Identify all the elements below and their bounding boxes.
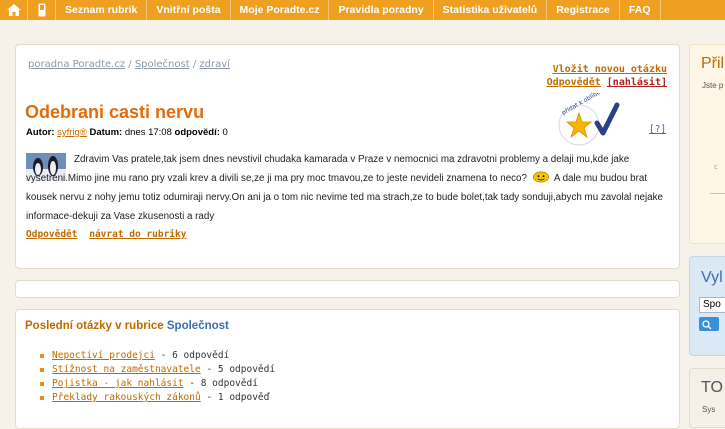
recent-questions-title: Poslední otázky v rubrice Společnost [25, 320, 229, 332]
recent-questions-list: Nepoctiví prodejci - 6 odpovědí Stížnost… [40, 349, 275, 405]
phone-icon[interactable] [28, 0, 56, 20]
recent-question-link[interactable]: Stížnost na zaměstnavatele [52, 364, 201, 375]
divider [710, 193, 725, 194]
question-body: Zdravim Vas pratele,tak jsem dnes nevsti… [26, 154, 663, 222]
sidebar-login-title: Přil [701, 55, 725, 72]
nav-statistika-uzivatelu[interactable]: Statistika uživatelů [434, 0, 548, 20]
sidebar-login-mark: c [714, 163, 718, 171]
badge-text-top: přidat k oblíbeným [561, 93, 614, 117]
help-link[interactable]: [?] [649, 124, 666, 135]
question-title: Odebrani casti nervu [25, 102, 205, 122]
list-item: Nepoctiví prodejci - 6 odpovědí [40, 349, 275, 363]
favorite-badge-icon[interactable]: přidat k oblíbeným [557, 93, 621, 149]
empty-panel [15, 280, 680, 298]
recent-category: Společnost [166, 320, 229, 332]
sidebar-login-panel: Přil Jste p c [689, 44, 725, 244]
recent-question-link[interactable]: Pojistka - jak nahlásit [52, 378, 184, 389]
report-link[interactable]: [nahlásit] [607, 77, 667, 88]
search-icon [702, 320, 712, 330]
recent-question-link[interactable]: Překlady rakouských zákonů [52, 392, 201, 403]
list-item: Stížnost na zaměstnavatele - 5 odpovědí [40, 363, 275, 377]
sidebar-top-title: TO [701, 379, 723, 396]
recent-question-link[interactable]: Nepoctiví prodejci [52, 350, 155, 361]
nav-faq[interactable]: FAQ [620, 0, 661, 20]
question-panel: poradna Poradte.cz / Společnost / zdraví… [15, 44, 680, 269]
recent-questions-panel: Poslední otázky v rubrice Společnost Nep… [15, 309, 680, 429]
question-footer-actions: Odpovědět návrat do rubriky [26, 229, 192, 240]
reply-link[interactable]: Odpovědět [26, 229, 77, 240]
search-button[interactable] [699, 317, 719, 331]
breadcrumb-subcategory[interactable]: zdraví [199, 59, 230, 70]
list-item: Pojistka - jak nahlásit - 8 odpovědí [40, 377, 275, 391]
breadcrumb: poradna Poradte.cz / Společnost / zdraví [28, 59, 230, 70]
sidebar-search-title: Vyl [701, 269, 723, 286]
new-question-link[interactable]: Vložit novou otázku [553, 64, 667, 75]
smiley-icon [532, 171, 549, 183]
question-meta: Autor: syfrig® Datum: dnes 17:08 odpověd… [26, 127, 228, 138]
breadcrumb-category[interactable]: Společnost [135, 59, 190, 70]
answer-link[interactable]: Odpovědět [547, 77, 601, 88]
category-select[interactable]: Spo [699, 297, 725, 313]
top-nav: Seznam rubrik Vnitřní pošta Moje Poradte… [0, 0, 725, 20]
sidebar-search-panel: Vyl Spo [689, 256, 725, 356]
sidebar-top-panel: TO Sys [689, 368, 725, 428]
sidebar-login-text: Jste p [702, 81, 724, 90]
nav-moje-poradte[interactable]: Moje Poradte.cz [231, 0, 330, 20]
home-icon[interactable] [0, 0, 28, 20]
list-item: Překlady rakouských zákonů - 1 odpověď [40, 391, 275, 405]
nav-vnitrni-posta[interactable]: Vnitřní pošta [147, 0, 231, 20]
answer-count: 0 [222, 127, 228, 138]
sidebar-top-text: Sys [702, 405, 716, 414]
author-link[interactable]: syfrig® [57, 127, 87, 138]
question-date: dnes 17:08 [124, 127, 172, 138]
nav-pravidla-poradny[interactable]: Pravidla poradny [329, 0, 434, 20]
nav-seznam-rubrik[interactable]: Seznam rubrik [56, 0, 148, 20]
back-to-category-link[interactable]: návrat do rubriky [89, 229, 186, 240]
breadcrumb-home[interactable]: poradna Poradte.cz [28, 59, 125, 70]
question-actions: Vložit novou otázku Odpovědět [nahlásit] [547, 63, 667, 89]
nav-registrace[interactable]: Registrace [547, 0, 620, 20]
